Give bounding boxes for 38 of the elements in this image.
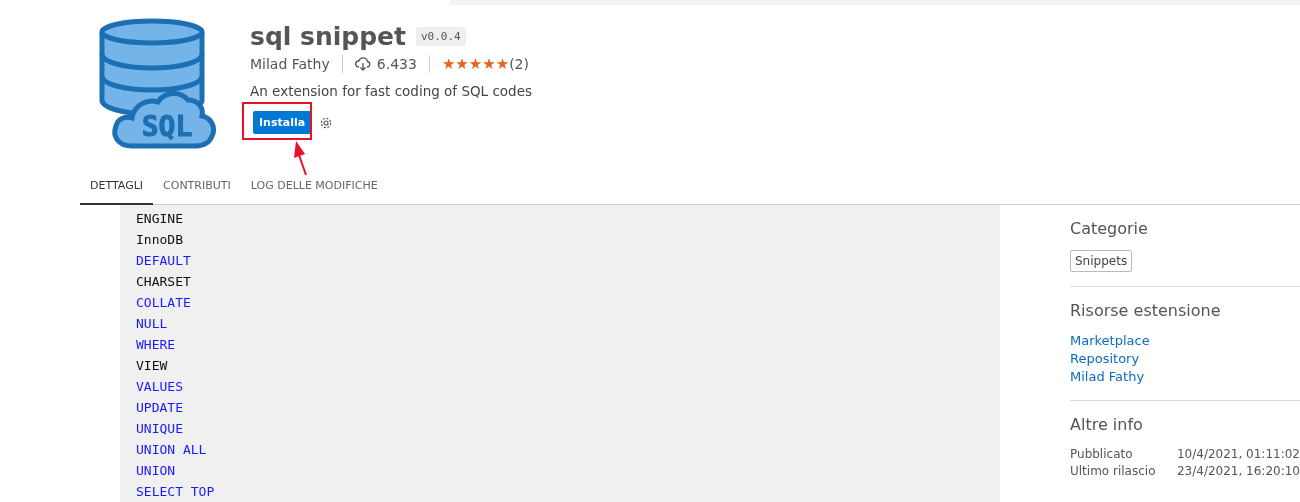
info-label: Ultimo rilascio: [1070, 463, 1157, 480]
category-tag[interactable]: Snippets: [1070, 250, 1133, 272]
code-line: WHERE: [136, 336, 177, 354]
section-heading: Risorse estensione: [1070, 301, 1222, 320]
cloud-download-icon: [354, 57, 371, 71]
info-value: 10/4/2021, 01:11:02: [1176, 446, 1300, 463]
settings-icon[interactable]: [319, 115, 334, 130]
code-line: COLLATE: [136, 294, 192, 312]
resource-link[interactable]: Marketplace: [1070, 332, 1150, 350]
code-line: CHARSET: [136, 273, 192, 291]
code-line: ENGINE: [136, 210, 184, 228]
rating-stars: ★★★★★: [441, 55, 510, 73]
code-line: DEFAULT: [136, 252, 192, 270]
section-heading: Categorie: [1070, 219, 1149, 238]
section-heading: Altre info: [1070, 415, 1144, 434]
extension-title: sql snippet: [250, 22, 406, 51]
version-badge: v0.0.4: [416, 27, 466, 46]
resource-link[interactable]: Milad Fathy: [1070, 368, 1145, 386]
code-line: UNION: [136, 462, 177, 480]
rating-count: (2): [509, 56, 529, 72]
tab[interactable]: LOG DELLE MODIFICHE: [240, 179, 388, 205]
code-line: UPDATE: [136, 399, 184, 417]
publisher-name[interactable]: Milad Fathy: [250, 56, 330, 72]
code-line: UNIQUE: [136, 420, 184, 438]
resource-link[interactable]: Repository: [1070, 350, 1140, 368]
code-line: InnoDB: [136, 231, 184, 249]
code-line: VALUES: [136, 378, 184, 396]
info-label: Pubblicato: [1070, 446, 1134, 463]
tab[interactable]: CONTRIBUTI: [153, 179, 241, 205]
database-cloud-logo: SQL: [98, 18, 218, 150]
install-button[interactable]: Installa: [253, 111, 312, 134]
extension-description: An extension for fast coding of SQL codes: [250, 83, 532, 99]
code-line: UNION ALL: [136, 441, 208, 459]
code-line: SELECT TOP: [136, 483, 216, 501]
info-value: 23/4/2021, 16:20:10: [1176, 463, 1300, 480]
code-line: VIEW: [136, 357, 169, 375]
code-line: NULL: [136, 315, 169, 333]
download-count: 6.433: [376, 56, 417, 72]
